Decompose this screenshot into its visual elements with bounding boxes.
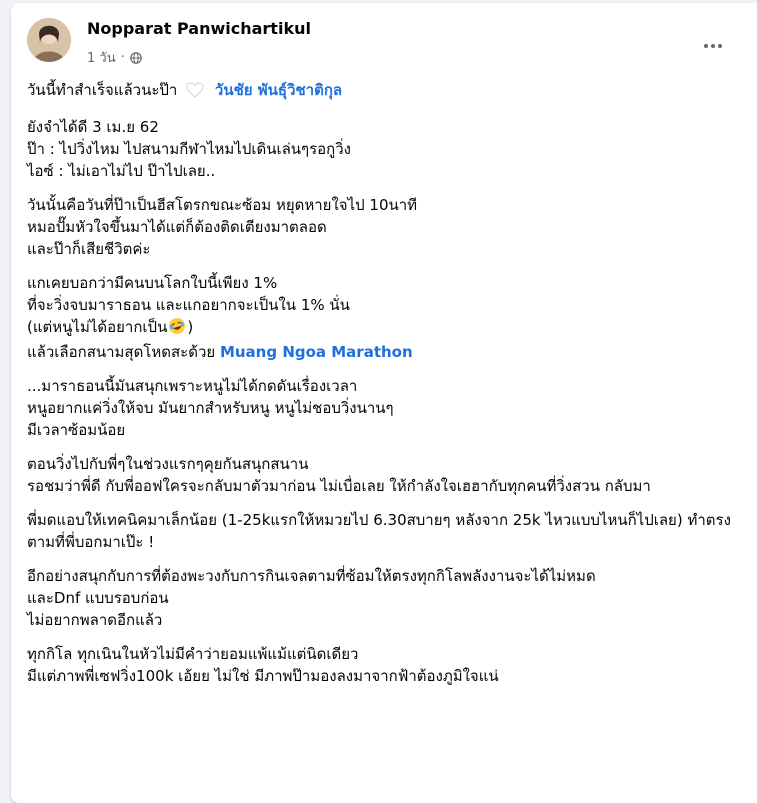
author-name[interactable]: Nopparat Panwichartikul [87, 19, 311, 38]
text-fragment: (แต่หนูไม่ได้อยากเป็น [27, 318, 168, 336]
text-fragment: แล้วเลือกสนามสุดโหดสะด้วย [27, 343, 216, 361]
paragraph-3: แกเคยบอกว่ามีคนบนโลกใบนี้เพียง 1% ที่จะว… [27, 272, 742, 363]
text-line: รอชมว่าพี่ดี กับพี่ออฟใครจะกลับมาตัวมาก่… [27, 477, 651, 495]
intro-text: วันนี้ทำสำเร็จแล้วนะป๊า [27, 81, 178, 99]
text-line: แกเคยบอกว่ามีคนบนโลกใบนี้เพียง 1% [27, 274, 278, 292]
paragraph-4: ...มาราธอนนี้มันสนุกเพราะหนูไม่ได้กดดันเ… [27, 375, 742, 441]
paragraph-6: พี่มดแอบให้เทคนิคมาเล็กน้อย (1-25kแรกให้… [27, 509, 742, 553]
text-line: มีแต่ภาพพี่เซฟวิ่ง100k เอ้ยย ไม่ใช่ มีภา… [27, 667, 499, 685]
post-body: วันนี้ทำสำเร็จแล้วนะป๊า วันชัย พันธุ์วิช… [27, 79, 742, 699]
laughing-emoji [168, 317, 186, 341]
mention-link[interactable]: วันชัย พันธุ์วิชาติกุล [215, 81, 342, 99]
globe-icon [129, 51, 142, 64]
text-line: ป๊า : ไปวิ่งไหม ไปสนามกีฬาไหมไปเดินเล่นๆ… [27, 140, 352, 158]
text-line: ...มาราธอนนี้มันสนุกเพราะหนูไม่ได้กดดันเ… [27, 377, 358, 395]
text-line: และDnf แบบรอบก่อน [27, 589, 169, 607]
text-line: (แต่หนูไม่ได้อยากเป็น ) [27, 316, 742, 341]
paragraph-1: ยังจำได้ดี 3 เม.ย 62 ป๊า : ไปวิ่งไหม ไปส… [27, 116, 742, 182]
meta-separator: · [120, 50, 125, 65]
text-line: ไอซ์ : ไม่เอาไม่ไป ป๊าไปเลย.. [27, 162, 216, 180]
paragraph-5: ตอนวิ่งไปกับพี่ๆในช่วงแรกๆคุยกันสนุกสนาน… [27, 453, 742, 497]
text-line: หนูอยากแค่วิ่งให้จบ มันยากสำหรับหนู หนูไ… [27, 399, 394, 417]
hashtag-link[interactable]: Muang Ngoa Marathon [220, 343, 413, 361]
text-line: แล้วเลือกสนามสุดโหดสะด้วย Muang Ngoa Mar… [27, 341, 742, 363]
text-line: ยังจำได้ดี 3 เม.ย 62 [27, 118, 159, 136]
text-line: วันนั้นคือวันที่ป๊าเป็นฮีสโตรกขณะซ้อม หย… [27, 196, 418, 214]
avatar[interactable] [27, 18, 71, 62]
paragraph-8: ทุกกิโล ทุกเนินในหัวไม่มีคำว่ายอมแพ้แม้แ… [27, 643, 742, 687]
text-line: ทุกกิโล ทุกเนินในหัวไม่มีคำว่ายอมแพ้แม้แ… [27, 645, 359, 663]
paragraph-7: อีกอย่างสนุกกับการที่ต้องพะวงกับการกินเจ… [27, 565, 742, 631]
post-meta: 1 วัน · [87, 47, 142, 68]
post-card: Nopparat Panwichartikul 1 วัน · วันนี้ทำ… [11, 3, 757, 803]
paragraph-2: วันนั้นคือวันที่ป๊าเป็นฮีสโตรกขณะซ้อม หย… [27, 194, 742, 260]
intro-paragraph: วันนี้ทำสำเร็จแล้วนะป๊า วันชัย พันธุ์วิช… [27, 79, 742, 104]
white-heart-emoji [186, 82, 204, 104]
more-options-icon[interactable] [695, 28, 731, 64]
text-line: ไม่อยากพลาดอีกแล้ว [27, 611, 163, 629]
text-line: มีเวลาซ้อมน้อย [27, 421, 126, 439]
text-line: พี่มดแอบให้เทคนิคมาเล็กน้อย (1-25kแรกให้… [27, 511, 731, 551]
text-line: หมอปั๊มหัวใจขึ้นมาได้แต่ก็ต้องติดเตียงมา… [27, 218, 327, 236]
text-line: ตอนวิ่งไปกับพี่ๆในช่วงแรกๆคุยกันสนุกสนาน [27, 455, 309, 473]
post-time[interactable]: 1 วัน [87, 47, 116, 68]
text-line: และป๊าก็เสียชีวิตค่ะ [27, 240, 151, 258]
text-line: ที่จะวิ่งจบมาราธอน และแกอยากจะเป็นใน 1% … [27, 296, 350, 314]
text-fragment: ) [187, 318, 194, 336]
text-line: อีกอย่างสนุกกับการที่ต้องพะวงกับการกินเจ… [27, 567, 596, 585]
